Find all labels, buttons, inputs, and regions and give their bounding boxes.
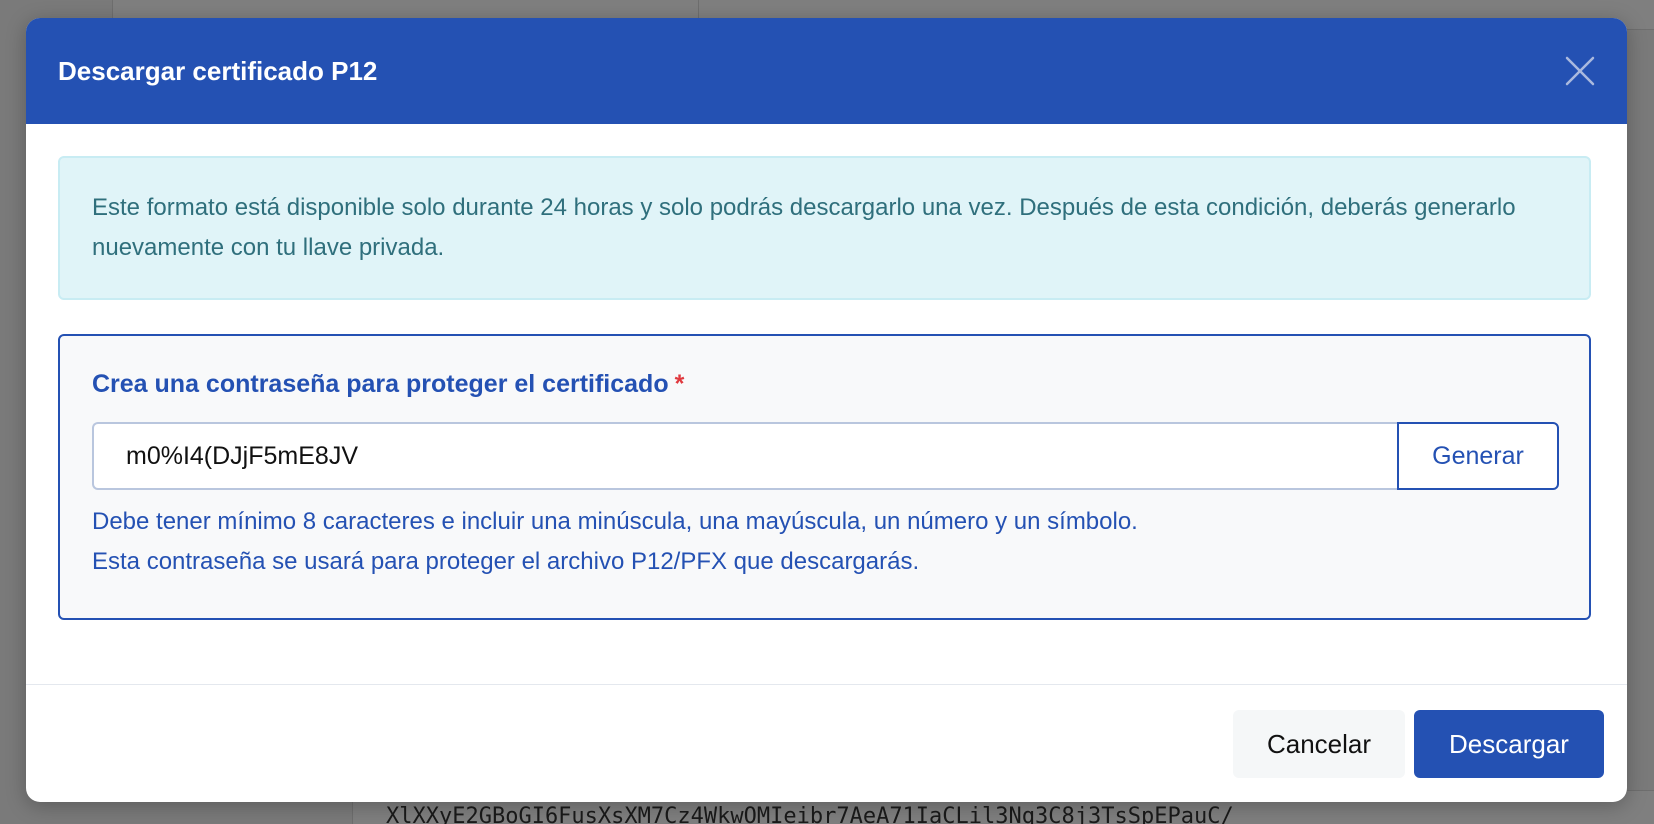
download-button[interactable]: Descargar: [1414, 710, 1604, 778]
password-input-group: Generar: [92, 422, 1559, 490]
footer-divider: [26, 684, 1627, 685]
info-alert: Este formato está disponible solo durant…: [58, 156, 1591, 300]
download-certificate-dialog: Descargar certificado P12 Este formato e…: [26, 18, 1627, 802]
password-help-line-2: Esta contraseña se usará para proteger e…: [92, 548, 920, 575]
password-form: Crea una contraseña para proteger el cer…: [58, 334, 1591, 620]
password-input[interactable]: [92, 422, 1397, 490]
cancel-button[interactable]: Cancelar: [1233, 710, 1405, 778]
close-button[interactable]: [1561, 52, 1599, 90]
dialog-header: Descargar certificado P12: [26, 18, 1627, 124]
password-help-text: Debe tener mínimo 8 caracteres e incluir…: [92, 502, 1138, 582]
password-help-line-1: Debe tener mínimo 8 caracteres e incluir…: [92, 508, 1138, 535]
password-field-label: Crea una contraseña para proteger el cer…: [92, 370, 684, 399]
generate-password-button[interactable]: Generar: [1397, 422, 1559, 490]
info-alert-text: Este formato está disponible solo durant…: [92, 194, 1516, 261]
password-label-text: Crea una contraseña para proteger el cer…: [92, 370, 669, 398]
required-asterisk: *: [674, 370, 685, 398]
close-icon: [1565, 56, 1595, 86]
dialog-title: Descargar certificado P12: [58, 55, 378, 86]
background-code-text: XlXXyE2GBoGI6FusXsXM7Cz4WkwOMIeibr7AeA71…: [386, 804, 1234, 824]
